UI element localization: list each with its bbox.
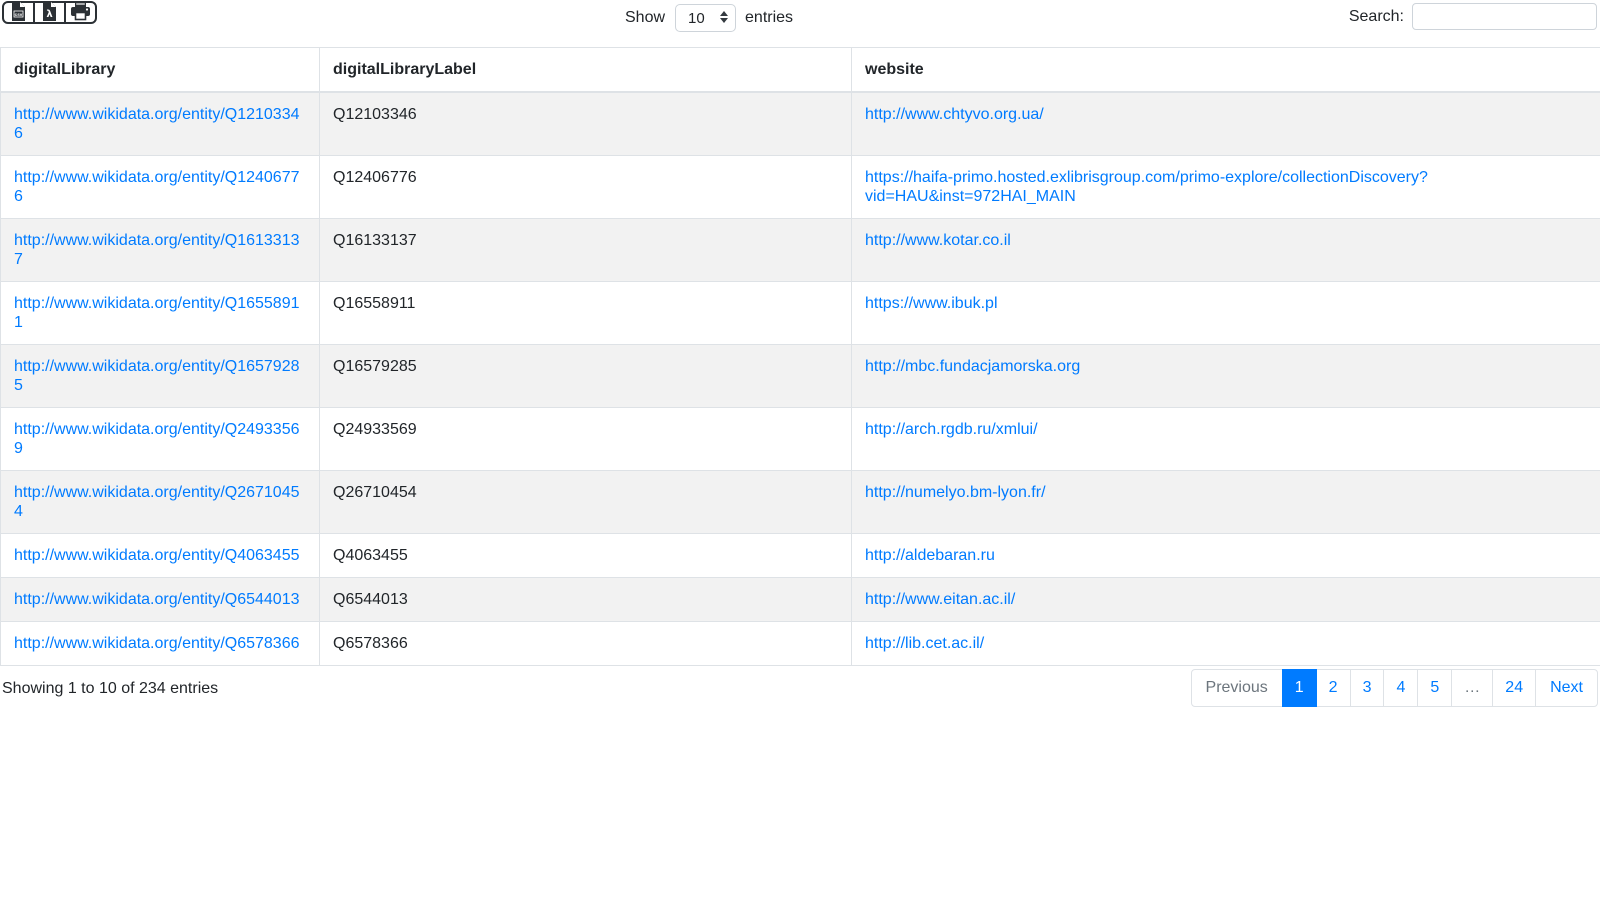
library-link[interactable]: http://www.wikidata.org/entity/Q24933569 [14, 421, 300, 457]
label-cell: Q6544013 [320, 578, 852, 622]
show-label: Show [625, 9, 665, 27]
column-header-digitallibrarylabel[interactable]: digitalLibraryLabel [320, 48, 852, 93]
table-row: http://www.wikidata.org/entity/Q26710454… [1, 471, 1600, 534]
export-button-group: csv λ [2, 1, 97, 24]
next-page-button[interactable]: Next [1535, 669, 1598, 707]
table-row: http://www.wikidata.org/entity/Q16133137… [1, 219, 1600, 282]
page-button-4[interactable]: 4 [1383, 669, 1418, 707]
header-row: digitalLibrary digitalLibraryLabel websi… [1, 48, 1600, 93]
library-link[interactable]: http://www.wikidata.org/entity/Q16133137 [14, 232, 300, 268]
table-row: http://www.wikidata.org/entity/Q12406776… [1, 156, 1600, 219]
website-link[interactable]: http://www.chtyvo.org.ua/ [865, 106, 1044, 123]
website-link[interactable]: http://www.kotar.co.il [865, 232, 1011, 249]
export-pdf-button[interactable]: λ [33, 1, 66, 24]
website-link[interactable]: https://www.ibuk.pl [865, 295, 998, 312]
pagination-ellipsis: … [1451, 669, 1493, 707]
label-cell: Q26710454 [320, 471, 852, 534]
export-csv-button[interactable]: csv [2, 1, 35, 24]
search-label: Search: [1349, 8, 1404, 26]
library-link[interactable]: http://www.wikidata.org/entity/Q12103346 [14, 106, 300, 142]
label-cell: Q16133137 [320, 219, 852, 282]
column-header-digitallibrary[interactable]: digitalLibrary [1, 48, 320, 93]
library-link[interactable]: http://www.wikidata.org/entity/Q12406776 [14, 169, 300, 205]
data-table: digitalLibrary digitalLibraryLabel websi… [0, 47, 1600, 666]
label-cell: Q4063455 [320, 534, 852, 578]
label-cell: Q12406776 [320, 156, 852, 219]
page-button-5[interactable]: 5 [1417, 669, 1452, 707]
column-header-website[interactable]: website [852, 48, 1600, 93]
page-length-select[interactable]: 10 [675, 4, 736, 32]
library-link[interactable]: http://www.wikidata.org/entity/Q4063455 [14, 547, 300, 564]
table-row: http://www.wikidata.org/entity/Q16558911… [1, 282, 1600, 345]
table-row: http://www.wikidata.org/entity/Q4063455 … [1, 534, 1600, 578]
page-length-control: Show 10 entries [625, 4, 793, 32]
table-toolbar: csv λ [0, 0, 1600, 46]
page-button-3[interactable]: 3 [1350, 669, 1385, 707]
table-row: http://www.wikidata.org/entity/Q6544013 … [1, 578, 1600, 622]
printer-icon [70, 2, 91, 24]
label-cell: Q12103346 [320, 92, 852, 156]
label-cell: Q16579285 [320, 345, 852, 408]
library-link[interactable]: http://www.wikidata.org/entity/Q26710454 [14, 484, 300, 520]
label-cell: Q24933569 [320, 408, 852, 471]
entries-info-text: Showing 1 to 10 of 234 entries [2, 669, 218, 709]
pdf-file-icon: λ [42, 2, 57, 24]
website-link[interactable]: http://lib.cet.ac.il/ [865, 635, 984, 652]
previous-page-button[interactable]: Previous [1191, 669, 1283, 707]
website-link[interactable]: http://arch.rgdb.ru/xmlui/ [865, 421, 1038, 438]
table-footer: Showing 1 to 10 of 234 entries Previous … [0, 669, 1600, 709]
label-cell: Q6578366 [320, 622, 852, 666]
library-link[interactable]: http://www.wikidata.org/entity/Q16579285 [14, 358, 300, 394]
svg-text:λ: λ [46, 9, 53, 20]
label-cell: Q16558911 [320, 282, 852, 345]
pagination: Previous 1 2 3 4 5 … 24 Next [1191, 669, 1598, 707]
library-link[interactable]: http://www.wikidata.org/entity/Q6544013 [14, 591, 300, 608]
page-button-24[interactable]: 24 [1492, 669, 1536, 707]
library-link[interactable]: http://www.wikidata.org/entity/Q6578366 [14, 635, 300, 652]
website-link[interactable]: http://aldebaran.ru [865, 547, 995, 564]
entries-label: entries [745, 9, 793, 27]
table-row: http://www.wikidata.org/entity/Q24933569… [1, 408, 1600, 471]
search-control: Search: [1349, 3, 1597, 30]
website-link[interactable]: http://mbc.fundacjamorska.org [865, 358, 1080, 375]
search-input[interactable] [1412, 3, 1597, 30]
print-button[interactable] [64, 1, 97, 24]
library-link[interactable]: http://www.wikidata.org/entity/Q16558911 [14, 295, 300, 331]
website-link[interactable]: http://numelyo.bm-lyon.fr/ [865, 484, 1046, 501]
table-row: http://www.wikidata.org/entity/Q16579285… [1, 345, 1600, 408]
csv-file-icon: csv [11, 2, 26, 24]
website-link[interactable]: https://haifa-primo.hosted.exlibrisgroup… [865, 169, 1428, 205]
page-button-2[interactable]: 2 [1316, 669, 1351, 707]
table-row: http://www.wikidata.org/entity/Q12103346… [1, 92, 1600, 156]
table-row: http://www.wikidata.org/entity/Q6578366 … [1, 622, 1600, 666]
page-button-1[interactable]: 1 [1282, 669, 1317, 707]
website-link[interactable]: http://www.eitan.ac.il/ [865, 591, 1015, 608]
svg-text:csv: csv [15, 11, 23, 16]
